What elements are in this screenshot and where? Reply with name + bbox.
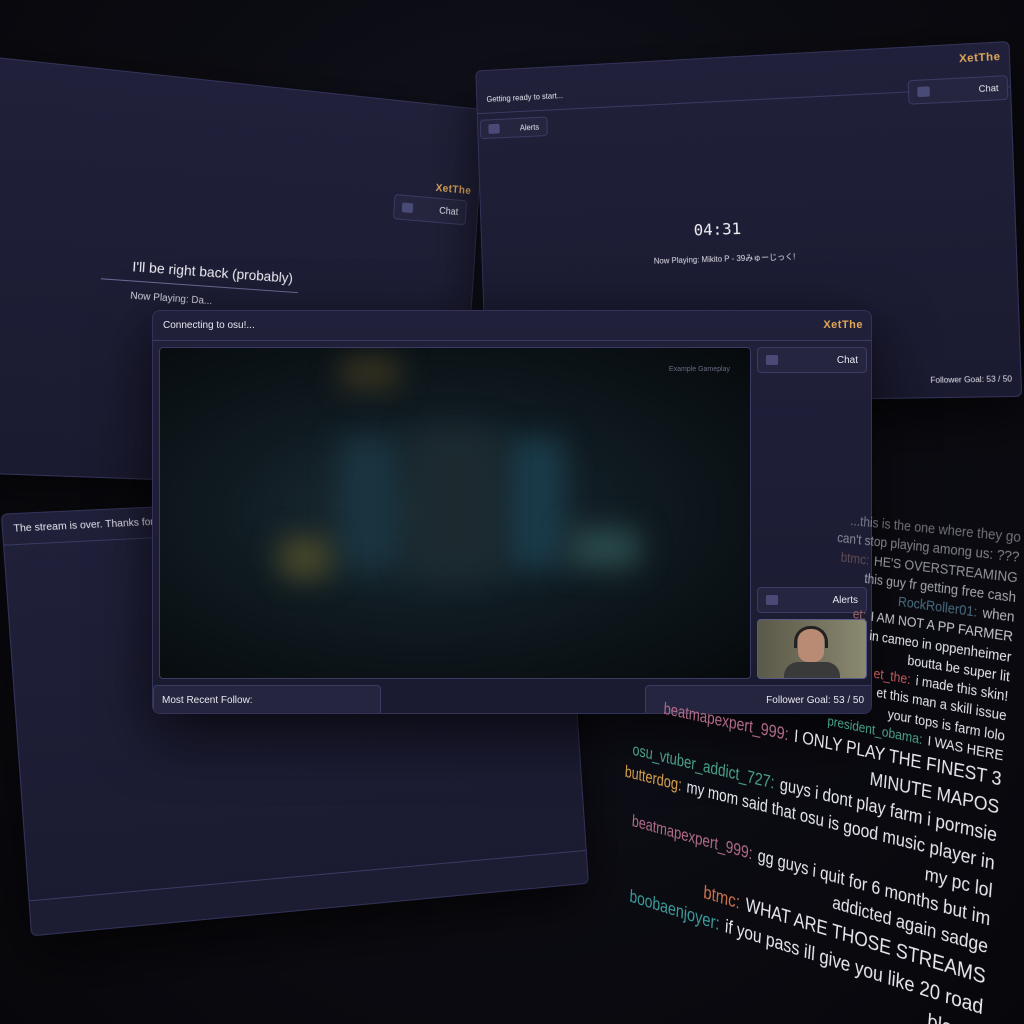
chat-label: Chat [978, 82, 999, 95]
now-playing: Now Playing: Mikito P - 39みゅーじっく! [653, 252, 796, 266]
brand-logo: XetThe [435, 182, 472, 197]
alert-icon [488, 123, 500, 134]
recent-follow-box: Most Recent Follow: [153, 685, 381, 713]
chat-text: when [978, 604, 1016, 626]
follower-goal: Follower Goal: 53 / 50 [930, 374, 1013, 385]
blur-shape [280, 538, 330, 578]
chat-list: ...this is the one where they go can't s… [604, 492, 1024, 1024]
status-text: Connecting to osu!... [163, 320, 255, 331]
blur-shape [340, 358, 400, 388]
alerts-label: Alerts [519, 122, 540, 132]
chat-box: Chat [392, 193, 468, 226]
chat-box: Chat [757, 347, 867, 373]
chat-overlay: ...this is the one where they go can't s… [606, 492, 1024, 1024]
status-bar: Connecting to osu!... [153, 311, 871, 341]
bottom-bar [29, 849, 588, 936]
chat-icon [401, 202, 414, 214]
blur-shape [410, 428, 500, 578]
gameplay-label: Example Gameplay [668, 366, 730, 373]
status-text: Getting ready to start... [486, 91, 564, 104]
brb-now-playing: Now Playing: Da... [129, 290, 213, 308]
chat-label: Chat [836, 354, 858, 366]
recent-follow-label: Most Recent Follow: [162, 694, 253, 706]
brand-logo: XetThe [958, 50, 1001, 66]
alerts-box: Alerts [479, 116, 548, 140]
chat-username: et: [852, 606, 867, 624]
chat-box: Chat [907, 75, 1009, 105]
status-text: The stream is over. Thanks for w [13, 516, 165, 535]
chat-icon [917, 86, 930, 98]
brand-logo: XetThe [823, 319, 863, 331]
chat-label: Chat [438, 205, 459, 218]
countdown-timer: 04:31 [693, 218, 742, 240]
blur-shape [505, 438, 565, 568]
chat-username: btmc: [840, 549, 870, 569]
blur-shape [340, 438, 400, 568]
chat-icon [766, 355, 778, 365]
